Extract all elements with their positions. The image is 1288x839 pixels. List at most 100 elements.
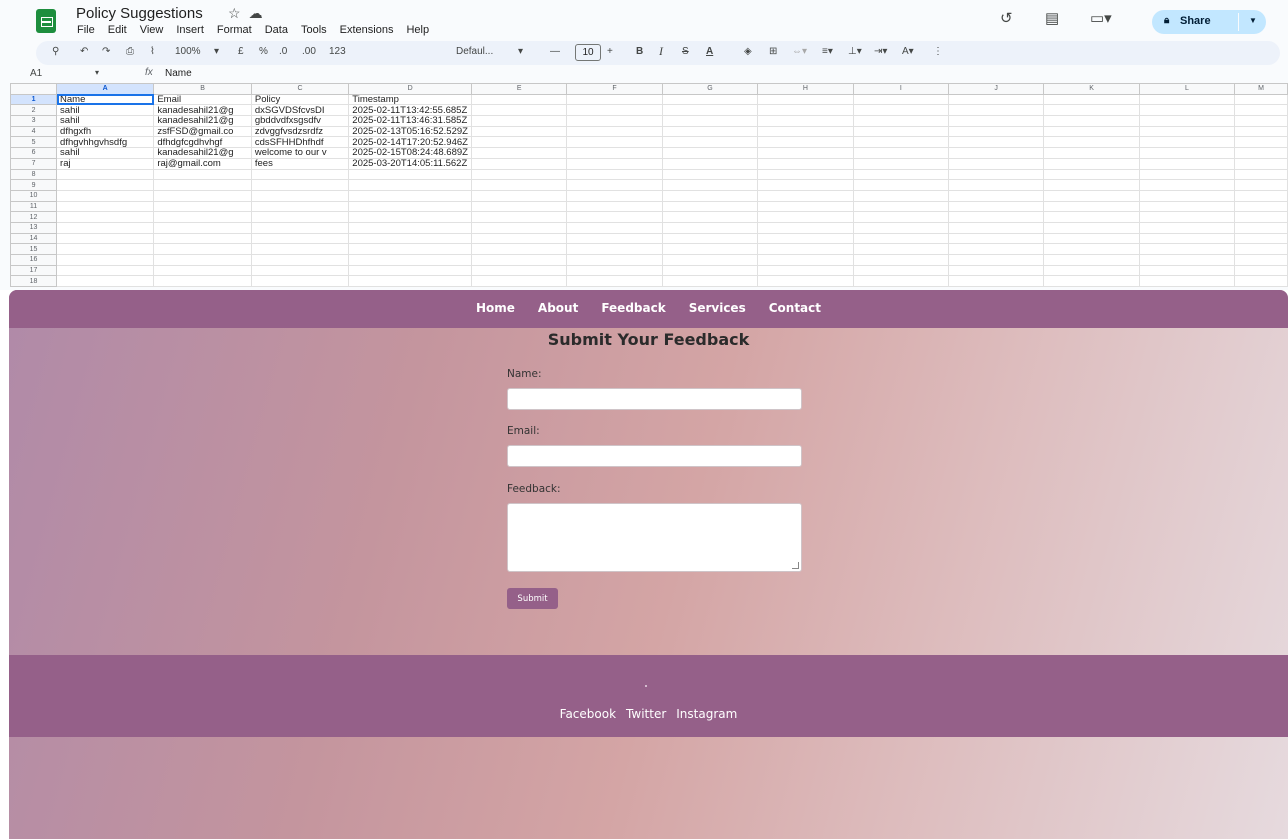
chevron-down-icon[interactable]: ▾ [95, 68, 99, 77]
cell[interactable] [1138, 211, 1236, 223]
cell[interactable] [947, 189, 1045, 202]
cell[interactable] [661, 115, 759, 127]
cell[interactable] [757, 168, 854, 181]
cell[interactable] [852, 200, 949, 213]
cell[interactable] [1234, 125, 1288, 138]
row-header[interactable]: 6 [9, 147, 58, 159]
cell[interactable] [153, 168, 252, 181]
sheets-logo-icon[interactable] [36, 9, 56, 33]
cell[interactable] [250, 221, 350, 234]
cell[interactable] [661, 179, 759, 191]
row-header[interactable]: 7 [9, 157, 58, 170]
cell[interactable] [1234, 147, 1288, 159]
cell[interactable] [566, 168, 663, 181]
cell[interactable] [852, 221, 949, 234]
more-options-icon[interactable]: ⋮ [933, 46, 943, 57]
cell[interactable] [852, 157, 949, 170]
cell[interactable] [947, 243, 1045, 255]
menu-view[interactable]: View [139, 24, 165, 36]
cell[interactable] [348, 211, 472, 223]
cell[interactable] [1138, 136, 1236, 149]
row-header[interactable]: 15 [9, 243, 58, 255]
cell[interactable] [348, 232, 472, 245]
column-header[interactable]: C [250, 83, 350, 95]
row-header[interactable]: 14 [9, 232, 58, 245]
cell[interactable] [852, 243, 949, 255]
cell[interactable] [470, 189, 568, 202]
cell[interactable] [661, 200, 759, 213]
cell[interactable]: welcome to our v [250, 147, 350, 159]
cell[interactable] [470, 200, 568, 213]
cell[interactable] [947, 147, 1045, 159]
cell[interactable]: dfhgxfh [56, 125, 155, 138]
cell[interactable]: raj@gmail.com [153, 157, 252, 170]
cell[interactable] [1043, 136, 1140, 149]
name-box[interactable]: A1 [30, 68, 42, 79]
cell[interactable] [661, 157, 759, 170]
cell[interactable] [470, 211, 568, 223]
cell[interactable] [153, 264, 252, 277]
cell[interactable] [1043, 275, 1140, 288]
chevron-down-icon[interactable]: ▼ [1249, 16, 1257, 25]
text-wrap-icon[interactable]: ⇥▾ [874, 46, 887, 57]
cell[interactable] [566, 221, 663, 234]
cell[interactable] [348, 179, 472, 191]
cell[interactable] [566, 125, 663, 138]
cell[interactable] [947, 125, 1045, 138]
cell[interactable] [947, 275, 1045, 288]
row-header[interactable]: 16 [9, 254, 58, 266]
cell[interactable] [348, 254, 472, 266]
column-header[interactable]: A [56, 83, 155, 95]
cell[interactable] [1138, 221, 1236, 234]
meet-video-icon[interactable]: ▭▾ [1090, 9, 1112, 27]
cell[interactable] [852, 104, 949, 117]
strikethrough-button[interactable]: S [682, 46, 689, 57]
cell[interactable] [1234, 221, 1288, 234]
cell[interactable] [947, 200, 1045, 213]
email-input[interactable] [507, 445, 802, 467]
cell[interactable] [947, 221, 1045, 234]
bold-button[interactable]: B [636, 46, 643, 57]
cell[interactable] [757, 93, 854, 106]
cell[interactable] [470, 243, 568, 255]
cell[interactable] [947, 254, 1045, 266]
cell[interactable] [56, 189, 155, 202]
cell[interactable] [947, 157, 1045, 170]
cell[interactable] [1138, 275, 1236, 288]
cell[interactable] [1234, 93, 1288, 106]
cell[interactable] [153, 232, 252, 245]
row-header[interactable]: 5 [9, 136, 58, 149]
cell[interactable] [852, 136, 949, 149]
cell[interactable] [947, 168, 1045, 181]
cell[interactable] [757, 221, 854, 234]
minus-icon[interactable]: — [550, 46, 560, 57]
cell[interactable] [852, 189, 949, 202]
instagram-link[interactable]: Instagram [676, 707, 737, 721]
cell[interactable]: 2025-02-14T17:20:52.946Z [348, 136, 472, 149]
cell[interactable] [1138, 179, 1236, 191]
cell[interactable] [661, 93, 759, 106]
cell[interactable] [661, 125, 759, 138]
cell[interactable] [1043, 264, 1140, 277]
column-header[interactable]: G [661, 83, 759, 95]
increase-decimal-button[interactable]: .00 [302, 46, 316, 57]
name-input[interactable] [507, 388, 802, 410]
cell[interactable]: zdvggfvsdzsrdfz [250, 125, 350, 138]
column-header[interactable]: D [348, 83, 472, 95]
cell[interactable] [56, 232, 155, 245]
cell[interactable]: raj [56, 157, 155, 170]
cell[interactable] [1043, 93, 1140, 106]
cell[interactable] [566, 264, 663, 277]
cell[interactable] [348, 264, 472, 277]
facebook-link[interactable]: Facebook [560, 707, 616, 721]
cell[interactable] [661, 168, 759, 181]
cell[interactable]: 2025-02-15T08:24:48.689Z [348, 147, 472, 159]
cell[interactable] [1234, 189, 1288, 202]
undo-icon[interactable]: ↶ [80, 46, 88, 57]
cell-grid[interactable]: ABCDEFGHIJKLM 1 Name Email Policy Timestamp 2… [9, 83, 1288, 290]
font-select[interactable]: Defaul... [456, 46, 493, 57]
cell[interactable] [947, 264, 1045, 277]
cell[interactable] [852, 115, 949, 127]
cell[interactable] [1138, 115, 1236, 127]
column-header[interactable]: M [1234, 83, 1288, 95]
